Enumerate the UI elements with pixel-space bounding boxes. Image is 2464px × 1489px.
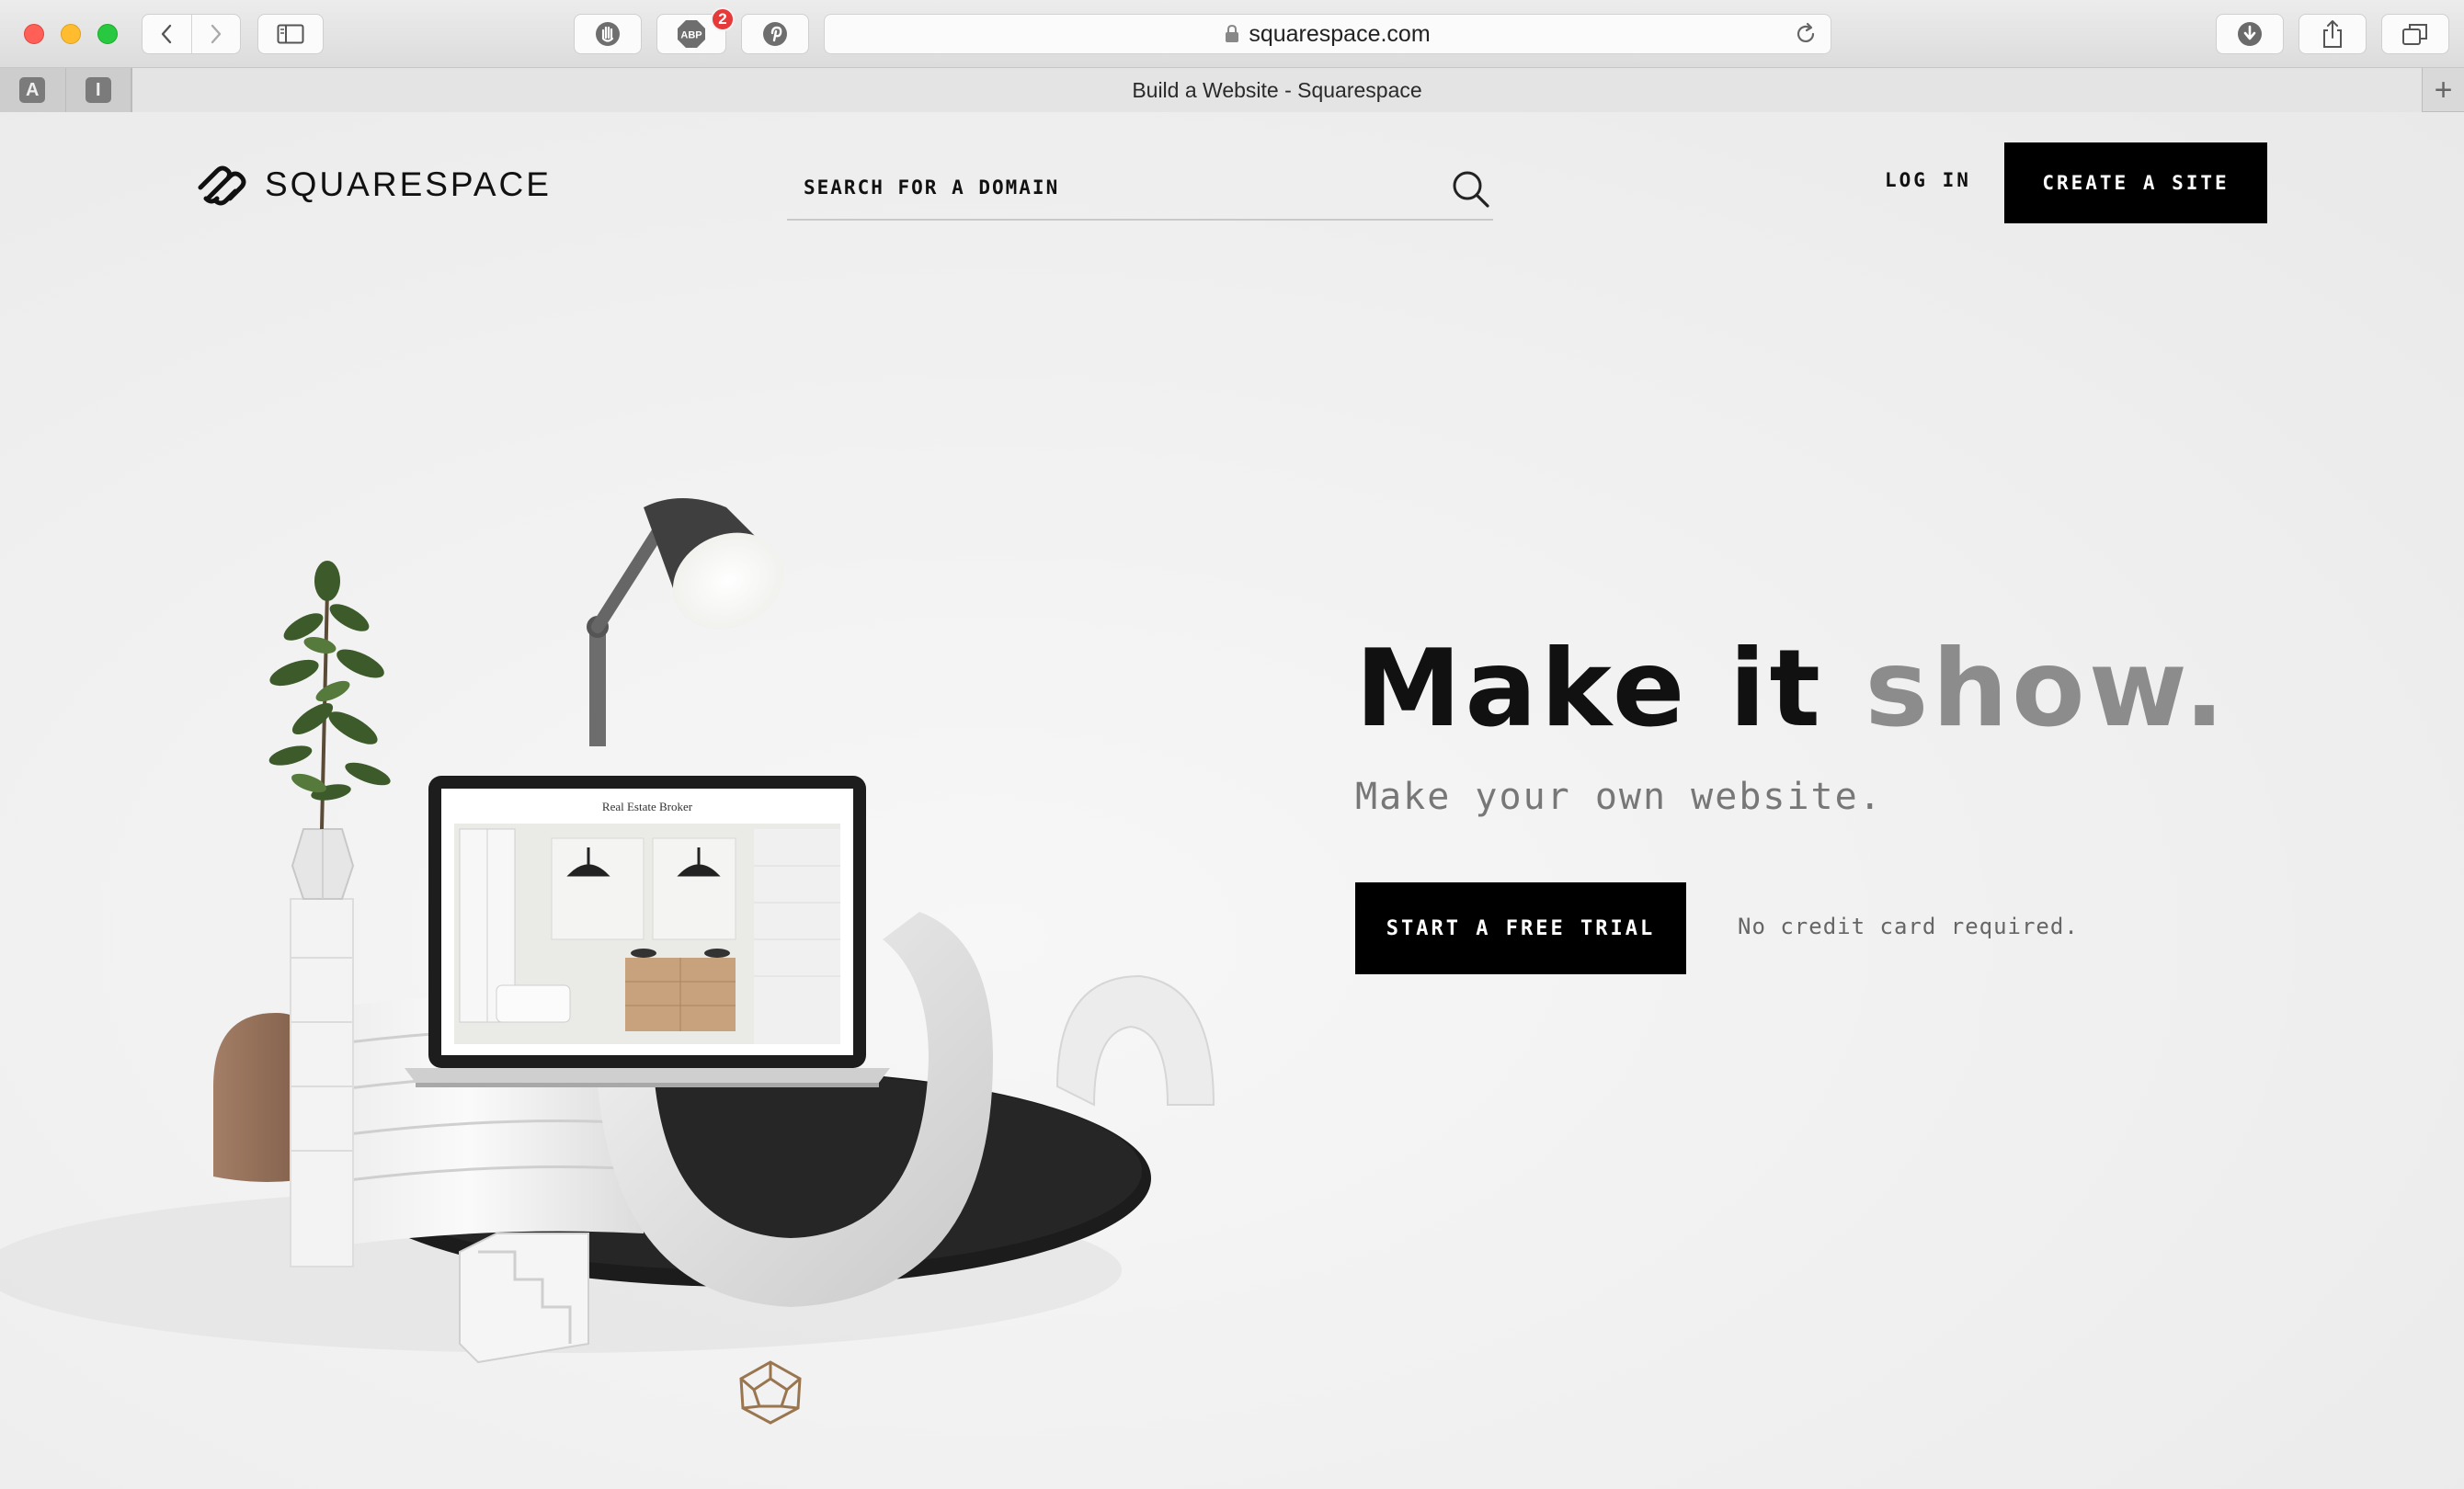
desk-lamp (587, 498, 784, 746)
squarespace-logo-icon (198, 165, 246, 206)
tab-title: Build a Website - Squarespace (1132, 77, 1422, 102)
tabs-overview-icon (2402, 24, 2427, 45)
tab-squarespace[interactable]: Build a Website - Squarespace (132, 68, 2422, 112)
browser-toolbar: ABP 2 squarespace.com (0, 0, 2464, 68)
lock-icon (1226, 25, 1239, 42)
forward-button[interactable] (190, 15, 240, 53)
hero-subheadline: Make your own website. (1355, 776, 1883, 818)
white-steps (459, 1233, 589, 1364)
start-free-trial-button[interactable]: START A FREE TRIAL (1355, 882, 1686, 974)
sidebar-toggle-button[interactable] (257, 14, 324, 54)
hero-illustration: Real Estate Broker (0, 498, 1215, 1425)
create-site-button[interactable]: CREATE A SITE (2004, 142, 2267, 223)
abp-count-badge: 2 (711, 7, 735, 31)
extension-button-hand[interactable] (574, 14, 642, 54)
show-tabs-button[interactable] (2381, 14, 2449, 54)
abp-icon: ABP (678, 20, 705, 48)
search-button[interactable] (1449, 167, 1493, 211)
pinterest-icon (763, 22, 787, 46)
download-icon (2238, 22, 2262, 46)
laptop-screen-title: Real Estate Broker (602, 800, 693, 813)
domain-search (787, 156, 1493, 221)
svg-text:ABP: ABP (680, 30, 702, 41)
new-tab-button[interactable]: + (2422, 68, 2464, 112)
minimize-window-button[interactable] (61, 24, 81, 44)
tab-bar: A I Build a Website - Squarespace + (0, 68, 2464, 112)
webpage: SQUARESPACE LOG IN CREATE A SITE (0, 112, 2464, 1489)
no-credit-card-note: No credit card required. (1738, 914, 2079, 939)
pinned-tab-a[interactable]: A (0, 68, 66, 112)
back-button[interactable] (143, 15, 191, 53)
downloads-button[interactable] (2216, 14, 2284, 54)
url-text: squarespace.com (1249, 20, 1431, 47)
navigation-buttons (142, 14, 241, 54)
login-link[interactable]: LOG IN (1885, 169, 1971, 191)
hero-headline-accent: show. (1865, 627, 2229, 751)
pinned-tab-a-icon: A (19, 77, 46, 103)
chevron-right-icon (211, 24, 222, 44)
hand-stop-icon (596, 22, 620, 46)
adblock-button[interactable]: ABP 2 (656, 7, 735, 54)
brand-name: SQUARESPACE (265, 165, 552, 203)
hero-headline: Make it show. (1355, 627, 2229, 751)
laptop: Real Estate Broker (405, 776, 890, 1087)
brand-logo-link[interactable]: SQUARESPACE (195, 162, 552, 208)
close-window-button[interactable] (24, 24, 44, 44)
domain-search-input[interactable] (787, 176, 1412, 199)
address-bar[interactable]: squarespace.com (824, 14, 1831, 54)
white-halfpipe (1055, 974, 1215, 1107)
maximize-window-button[interactable] (97, 24, 118, 44)
pinned-tab-i[interactable]: I (66, 68, 131, 112)
plant-pedestal (290, 898, 354, 1267)
reload-icon[interactable] (1794, 22, 1818, 46)
share-button[interactable] (2299, 14, 2367, 54)
search-icon (1453, 171, 1489, 208)
chevron-left-icon (162, 24, 172, 44)
pinned-tab-i-icon: I (85, 77, 111, 103)
potted-plant (268, 561, 391, 830)
share-icon (2323, 20, 2342, 48)
hero-headline-main: Make it (1355, 627, 1865, 751)
pinned-tabs: A I (0, 68, 132, 112)
sidebar-icon (277, 24, 304, 44)
brass-dodecahedron (739, 1360, 802, 1425)
pinterest-button[interactable] (741, 14, 809, 54)
